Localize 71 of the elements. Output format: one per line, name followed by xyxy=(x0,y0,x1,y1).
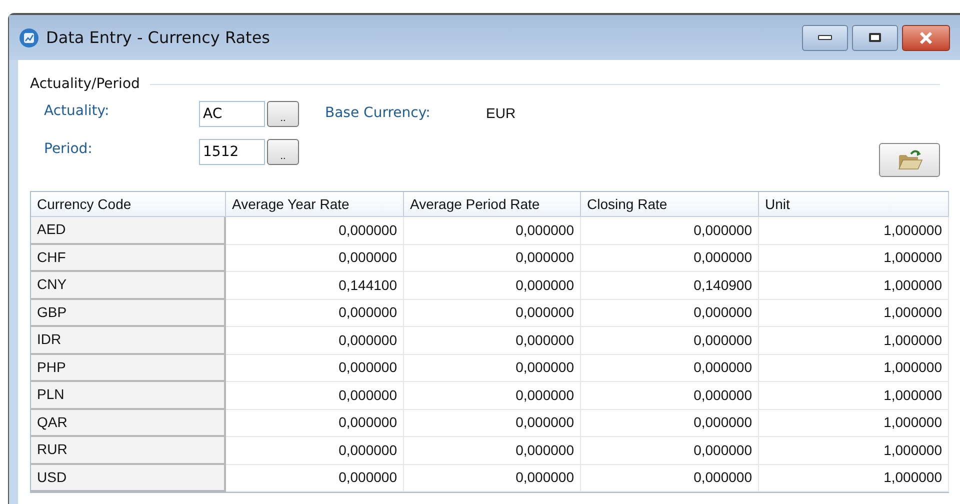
table-cell: 0,000000 xyxy=(581,437,759,464)
minimize-button[interactable] xyxy=(802,24,848,50)
app-icon xyxy=(19,28,39,48)
currency-code-cell: PLN xyxy=(31,382,226,410)
table-cell: 0,000000 xyxy=(404,382,581,410)
table-cell: 0,140900 xyxy=(581,272,759,300)
column-header[interactable]: Average Year Rate xyxy=(226,192,404,217)
currency-code-cell: CHF xyxy=(31,244,226,272)
column-header[interactable]: Unit xyxy=(759,192,949,217)
table-cell: 0,000000 xyxy=(581,410,759,437)
currency-code-cell: PHP xyxy=(31,354,226,382)
table-cell: 0,000000 xyxy=(581,354,759,382)
currency-code-cell: USD xyxy=(31,464,226,492)
open-folder-button[interactable] xyxy=(879,143,940,177)
column-header[interactable]: Average Period Rate xyxy=(404,192,581,217)
currency-code-cell: CNY xyxy=(31,272,226,300)
table-cell: 0,000000 xyxy=(404,410,581,437)
table-cell: 0,000000 xyxy=(226,217,404,244)
close-button[interactable] xyxy=(902,24,950,50)
table-cell: 0,000000 xyxy=(581,300,759,327)
table-cell: 0,000000 xyxy=(226,327,404,354)
browse-button[interactable]: .. xyxy=(267,101,299,127)
table-cell: 0,144100 xyxy=(226,272,404,300)
currency-code-cell: QAR xyxy=(31,410,226,437)
table-cell: 1,000000 xyxy=(759,382,949,410)
group-title: Actuality/Period xyxy=(30,75,140,94)
table-cell: 0,000000 xyxy=(226,382,404,410)
currency-code-cell: GBP xyxy=(31,300,226,327)
table-cell: 1,000000 xyxy=(759,327,949,354)
table-cell: 1,000000 xyxy=(759,354,949,382)
maximize-button[interactable] xyxy=(852,24,898,50)
column-header[interactable]: Closing Rate xyxy=(581,192,759,217)
table-cell: 0,000000 xyxy=(581,382,759,410)
table-cell: 0,000000 xyxy=(226,354,404,382)
table-cell: 0,000000 xyxy=(404,300,581,327)
table-cell: 1,000000 xyxy=(759,437,949,464)
table-cell: 1,000000 xyxy=(759,300,949,327)
currency-code-cell: AED xyxy=(31,217,226,244)
window-title: Data Entry - Currency Rates xyxy=(46,26,270,48)
browse-button[interactable]: .. xyxy=(267,139,299,165)
table-cell: 0,000000 xyxy=(404,244,581,272)
table-cell: 1,000000 xyxy=(759,410,949,437)
table-cell: 0,000000 xyxy=(404,354,581,382)
table-cell: 0,000000 xyxy=(404,217,581,244)
table-cell: 0,000000 xyxy=(404,327,581,354)
table-cell: 0,000000 xyxy=(581,217,759,244)
table-cell: 0,000000 xyxy=(226,464,404,492)
base-currency-label: Base Currency: xyxy=(325,104,432,123)
table-cell: 0,000000 xyxy=(404,464,581,492)
table-cell: 0,000000 xyxy=(226,437,404,464)
field-label: Actuality: xyxy=(43,102,110,120)
table-cell: 1,000000 xyxy=(759,464,949,492)
table-cell: 1,000000 xyxy=(759,272,949,300)
text-field[interactable]: 1512 xyxy=(199,139,265,165)
table-cell: 0,000000 xyxy=(226,300,404,327)
table-cell: 0,000000 xyxy=(581,244,759,272)
field-label: Period: xyxy=(43,140,94,158)
currency-code-cell: RUR xyxy=(31,437,226,464)
close-icon xyxy=(919,32,933,44)
folder-icon xyxy=(896,149,922,171)
table-cell: 0,000000 xyxy=(226,410,404,437)
text-field[interactable]: AC xyxy=(199,101,265,127)
table-cell: 0,000000 xyxy=(404,272,581,300)
table-cell: 0,000000 xyxy=(226,244,404,272)
currency-code-cell: IDR xyxy=(31,327,226,354)
base-currency-value: EUR xyxy=(486,104,516,123)
table-cell: 1,000000 xyxy=(759,244,949,272)
table-cell: 0,000000 xyxy=(404,437,581,464)
table-cell: 0,000000 xyxy=(581,327,759,354)
table-cell: 0,000000 xyxy=(581,464,759,492)
table-cell: 1,000000 xyxy=(759,217,949,244)
